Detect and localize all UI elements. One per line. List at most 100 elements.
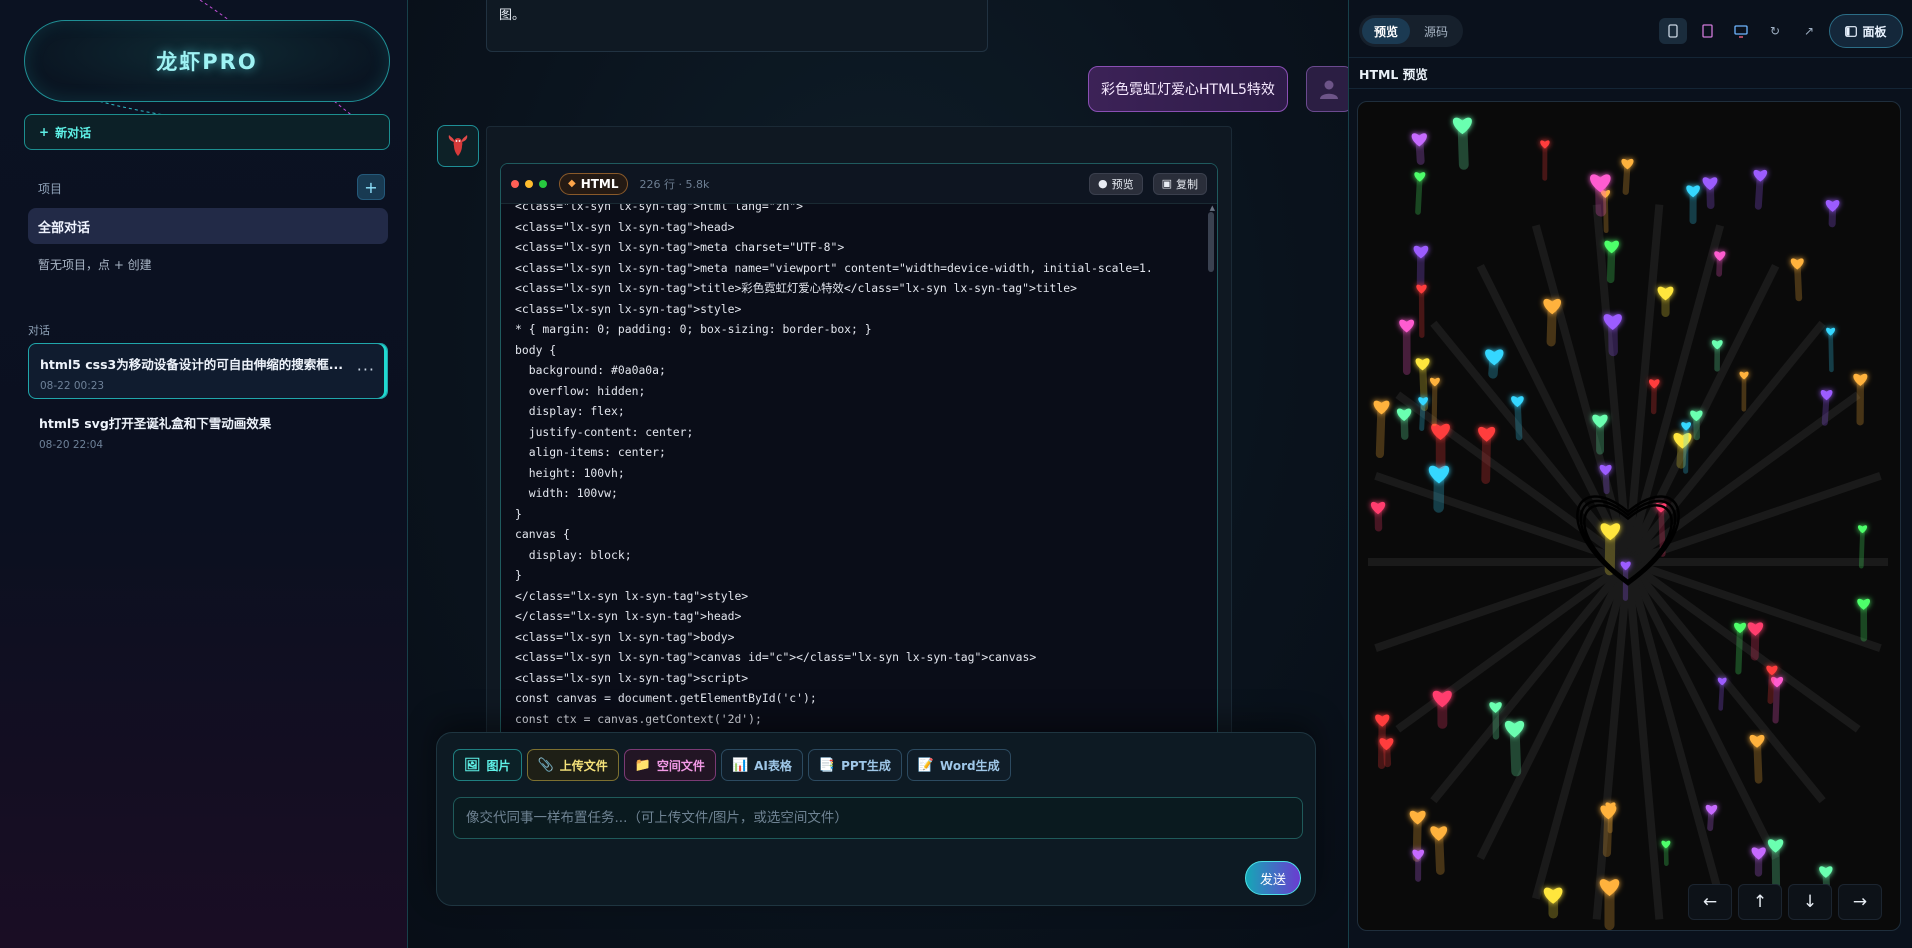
arrow-left-button[interactable]: ← — [1688, 884, 1732, 920]
code-line: display: block; — [515, 547, 632, 562]
scroll-up-icon[interactable]: ▲ — [1210, 204, 1215, 212]
code-line: canvas { — [515, 527, 570, 541]
mobile-icon[interactable] — [1659, 18, 1687, 44]
code-line: display: flex; — [515, 404, 625, 418]
panel-toggle-button[interactable]: 面板 — [1829, 14, 1903, 48]
conversation-time: 08-22 00:23 — [40, 380, 105, 392]
code-scrollbar[interactable] — [1208, 212, 1214, 272]
window-dot-green — [539, 179, 547, 188]
tool-label: 上传文件 — [559, 758, 608, 773]
composer: 🖼 图片 📎 上传文件 📁 空间文件 📊 AI表格 📑 PPT生成 📝 Word生成 发送 — [436, 732, 1316, 906]
code-line: <class="lx-syn lx-syn-tag">style> — [515, 301, 742, 316]
composer-tools: 🖼 图片 📎 上传文件 📁 空间文件 📊 AI表格 📑 PPT生成 📝 Word生成 — [453, 749, 1011, 781]
user-icon — [1320, 80, 1338, 99]
all-chats-item[interactable]: 全部对话 — [28, 208, 388, 244]
tab-source[interactable]: 源码 — [1412, 18, 1460, 44]
conversations-heading: 对话 — [28, 324, 50, 337]
refresh-icon[interactable]: ↻ — [1761, 18, 1789, 44]
code-line: </class="lx-syn lx-syn-tag">style> — [515, 588, 749, 603]
device-toolbar: ↻ ↗ — [1659, 18, 1823, 44]
new-chat-button[interactable]: + 新对话 — [24, 114, 390, 150]
tool-button-word[interactable]: 📝 Word生成 — [906, 749, 1011, 781]
tool-label: PPT生成 — [841, 758, 891, 773]
divider — [1349, 88, 1912, 89]
add-project-button[interactable]: + — [357, 174, 385, 200]
user-message: 彩色霓虹灯爱心HTML5特效 — [1088, 66, 1288, 112]
tool-label: 空间文件 — [656, 758, 705, 773]
clipboard-icon: ▣ — [1161, 177, 1172, 190]
code-block: ◆ HTML 226 行 · 5.8k ● 预览 ▣ 复制 <class="lx… — [500, 163, 1218, 763]
tablet-icon[interactable] — [1693, 18, 1721, 44]
preview-canvas[interactable]: ← ↑ ↓ → — [1357, 101, 1901, 931]
heart-trail — [1431, 378, 1438, 427]
tab-preview[interactable]: 预览 — [1362, 18, 1411, 44]
code-line: </class="lx-syn lx-syn-tag">head> — [515, 609, 742, 623]
code-line: width: 100vw; — [515, 486, 618, 500]
code-body[interactable]: <class="lx-syn lx-syn-tag">html lang="zh… — [501, 204, 1217, 762]
desktop-icon[interactable] — [1727, 18, 1755, 44]
panel-button-label: 面板 — [1862, 24, 1887, 39]
code-block-header: ◆ HTML 226 行 · 5.8k ● 预览 ▣ 复制 — [501, 164, 1217, 204]
conversation-item-active[interactable]: html5 css3为移动设备设计的可自由伸缩的搜索框... 08-22 00:… — [28, 343, 388, 399]
heart-trail — [1828, 328, 1834, 373]
tool-button-paperclip[interactable]: 📎 上传文件 — [526, 749, 619, 781]
code-line: <class="lx-syn lx-syn-tag">head> — [515, 219, 735, 234]
code-line: justify-content: center; — [515, 424, 694, 439]
arrow-right-button[interactable]: → — [1838, 884, 1882, 920]
copy-code-button[interactable]: ▣ 复制 — [1152, 172, 1207, 195]
tool-button-folder[interactable]: 📁 空间文件 — [623, 749, 716, 781]
folder-icon: 📁 — [634, 757, 651, 773]
code-line: <class="lx-syn lx-syn-tag">meta charset=… — [515, 240, 845, 254]
chart-icon: 📊 — [731, 757, 749, 773]
window-dot-yellow — [525, 179, 533, 188]
copy-code-label: 复制 — [1176, 177, 1198, 191]
word-icon: 📝 — [917, 757, 935, 773]
ppt-icon: 📑 — [818, 757, 836, 773]
preview-code-button[interactable]: ● 预览 — [1088, 172, 1143, 195]
code-line: <class="lx-syn lx-syn-tag">meta name="vi… — [515, 260, 1153, 275]
code-line: <class="lx-syn lx-syn-tag">title>彩色霓虹灯爱心… — [515, 281, 1077, 295]
language-label: HTML — [580, 176, 619, 191]
code-stats: 226 行 · 5.8k — [639, 177, 710, 191]
arrow-up-button[interactable]: ↑ — [1738, 884, 1782, 920]
code-line: <class="lx-syn lx-syn-tag">script> — [515, 670, 749, 685]
code-line: body { — [515, 342, 557, 357]
conversation-title: html5 css3为移动设备设计的可自由伸缩的搜索框... — [40, 357, 343, 372]
previous-message: 图。 — [486, 0, 988, 52]
tool-label: Word生成 — [940, 758, 1000, 773]
code-lines: <class="lx-syn lx-syn-tag">html lang="zh… — [515, 204, 1203, 729]
language-badge: ◆ HTML — [559, 172, 628, 195]
send-button[interactable]: 发送 — [1245, 861, 1301, 895]
code-line: * { margin: 0; padding: 0; box-sizing: b… — [515, 322, 872, 336]
panel-toolbar: 预览 源码 ↻ ↗ 面板 — [1349, 0, 1912, 58]
lobster-icon — [448, 135, 468, 156]
code-line: overflow: hidden; — [515, 383, 646, 398]
task-input[interactable] — [453, 797, 1303, 839]
tool-button-ppt[interactable]: 📑 PPT生成 — [807, 749, 902, 781]
conversation-item[interactable]: html5 svg打开圣诞礼盒和下雪动画效果 08-20 22:04 — [28, 403, 388, 459]
user-avatar — [1306, 66, 1348, 112]
tool-button-image[interactable]: 🖼 图片 — [453, 749, 522, 781]
new-chat-label: 新对话 — [55, 125, 92, 140]
code-line: const ctx = canvas.getContext('2d'); — [515, 711, 762, 726]
open-external-icon[interactable]: ↗ — [1795, 18, 1823, 44]
more-options-icon[interactable]: ··· — [357, 360, 375, 379]
arrow-down-button[interactable]: ↓ — [1788, 884, 1832, 920]
app-logo: 龙虾PRO — [24, 20, 390, 102]
panel-icon — [1845, 25, 1858, 37]
projects-heading: 项目 — [38, 182, 63, 196]
neon-hearts-animation — [1368, 117, 1888, 930]
arrow-controls: ← ↑ ↓ → — [1688, 884, 1882, 920]
code-line: background: #0a0a0a; — [515, 363, 666, 377]
window-dot-red — [511, 179, 519, 188]
tool-label: 图片 — [486, 758, 511, 773]
code-line: height: 100vh; — [515, 465, 625, 480]
conversation-time: 08-20 22:04 — [39, 439, 104, 451]
tool-button-chart[interactable]: 📊 AI表格 — [720, 749, 803, 781]
code-line: const canvas = document.getElementById('… — [515, 691, 817, 705]
code-line: <class="lx-syn lx-syn-tag">html lang="zh… — [515, 204, 804, 213]
code-line: <class="lx-syn lx-syn-tag">body> — [515, 629, 735, 644]
plus-icon: + — [39, 125, 50, 139]
conversation-title: html5 svg打开圣诞礼盒和下雪动画效果 — [39, 416, 272, 431]
preview-code-label: 预览 — [1111, 177, 1134, 191]
